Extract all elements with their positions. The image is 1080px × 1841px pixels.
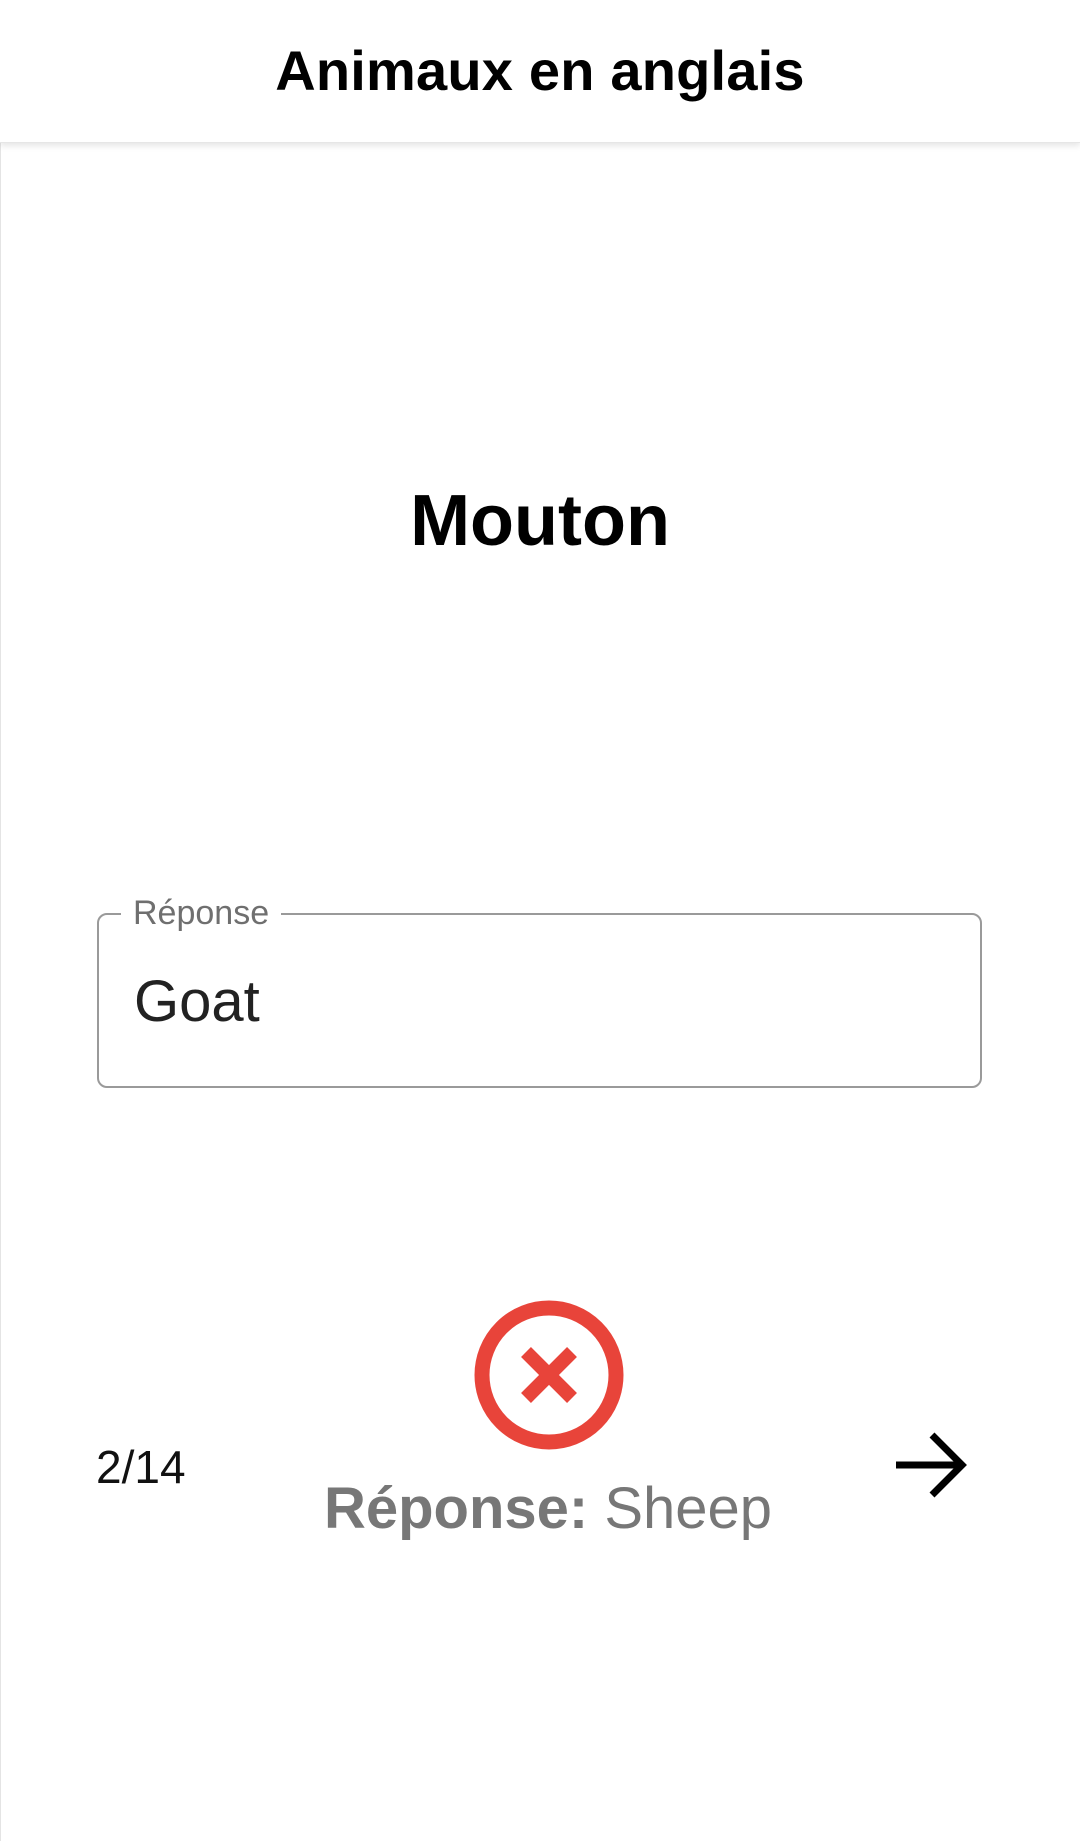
close-circle-icon bbox=[474, 1300, 624, 1450]
answer-field[interactable]: Réponse bbox=[97, 893, 982, 1088]
question-word: Mouton bbox=[410, 481, 670, 561]
arrow-right-icon bbox=[896, 1432, 967, 1498]
answer-field-label: Réponse bbox=[121, 893, 282, 933]
app-bar: Animaux en anglais bbox=[0, 0, 1080, 143]
next-button[interactable] bbox=[880, 1420, 980, 1510]
answer-input[interactable] bbox=[134, 967, 934, 1037]
left-edge-divider bbox=[0, 142, 1, 1841]
page-title: Animaux en anglais bbox=[275, 38, 805, 102]
correct-answer-value: Sheep bbox=[604, 1476, 773, 1541]
correct-answer-label: Réponse: bbox=[323, 1476, 589, 1541]
